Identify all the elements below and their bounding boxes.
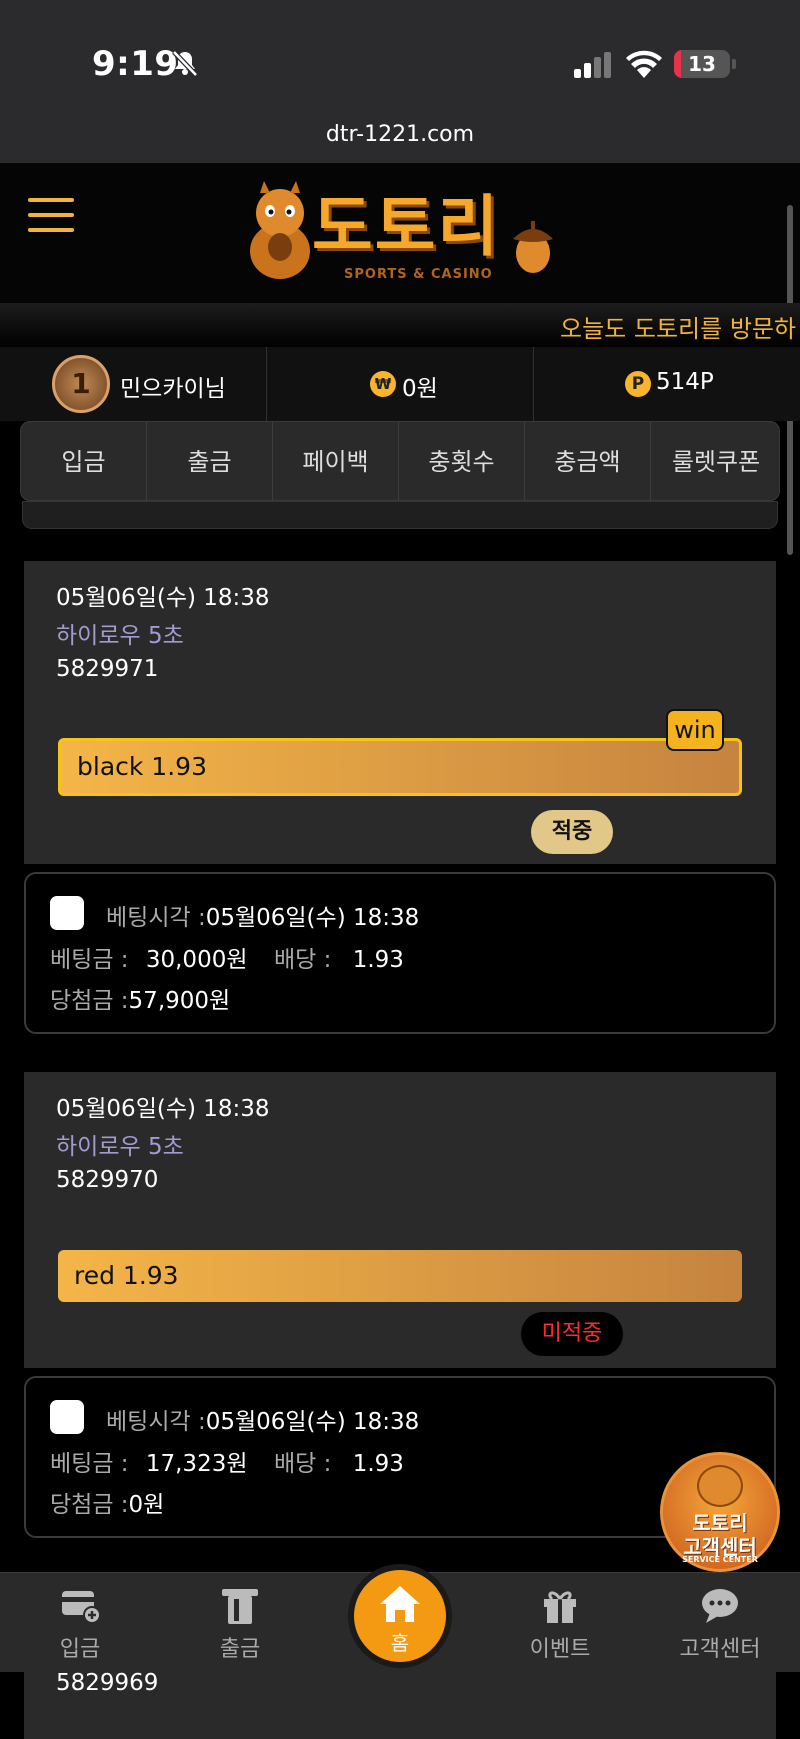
nav-deposit[interactable]: 입금 (20, 1573, 140, 1673)
payout-value: 57,900원 (128, 988, 231, 1014)
user-cell[interactable]: 1 민으카이님 (0, 347, 267, 421)
select-checkbox[interactable] (50, 896, 84, 930)
nav-home-button[interactable]: 홈 (354, 1570, 446, 1662)
payout-label: 당첨금 : (50, 988, 129, 1014)
menu-withdraw[interactable]: 출금 (147, 422, 273, 500)
menu-charge-count[interactable]: 충횟수 (399, 422, 525, 500)
bet-time: 05월06일(수) 18:38 (205, 905, 420, 931)
sub-menu-bar (22, 501, 778, 529)
money-balance: 0원 (402, 376, 438, 402)
menu-payback[interactable]: 페이백 (273, 422, 399, 500)
bet-time-label: 베팅시각 : (106, 1409, 206, 1435)
battery-cap (732, 59, 736, 69)
wallet-out-icon (222, 1589, 258, 1624)
site-header: 도토리 SPORTS & CASINO (0, 163, 800, 303)
home-icon (380, 1586, 420, 1622)
status-bar: 9:19 13 dtr-1221.com (0, 0, 800, 163)
menu-charge-amount[interactable]: 충금액 (525, 422, 651, 500)
menu-deposit[interactable]: 입금 (21, 422, 147, 500)
bet-amount: 30,000원 (145, 947, 248, 973)
nav-event[interactable]: 이벤트 (500, 1573, 620, 1673)
level-badge: 1 (52, 355, 110, 413)
bet-time-line: 베팅시각 :05월06일(수) 18:38 (106, 898, 419, 932)
signal-icon (574, 52, 611, 78)
user-info-bar: 1 민으카이님 ₩ 0원 P 514P (0, 347, 800, 421)
bet-time: 05월06일(수) 18:38 (205, 1409, 420, 1435)
customer-service-badge[interactable]: 도토리 고객센터 SERVICE CENTER (660, 1452, 780, 1572)
username: 민으카이님 (120, 376, 226, 402)
bet-date: 05월06일(수) 18:38 (56, 1096, 270, 1122)
nav-support-label: 고객센터 (679, 1637, 761, 1662)
next-bet-round-id: 5829969 (56, 1670, 159, 1696)
odds-label: 배당 : (274, 1451, 332, 1477)
bet-round-id: 5829970 (56, 1167, 159, 1193)
won-icon: ₩ (370, 371, 396, 397)
nav-home-label: 홈 (390, 1631, 410, 1655)
payout-value: 0원 (128, 1492, 165, 1518)
bet-pick: black 1.93 (58, 738, 742, 796)
bet-date: 05월06일(수) 18:38 (56, 585, 270, 611)
bell-muted-icon (172, 50, 198, 77)
acorn-icon (513, 221, 553, 273)
address-bar[interactable]: dtr-1221.com (0, 122, 800, 147)
quick-menu: 입금 출금 페이백 충횟수 충금액 룰렛쿠폰 (20, 421, 780, 501)
win-tag: win (666, 709, 724, 751)
bet-amount-line: 베팅금 : 17,323원 (50, 1444, 248, 1478)
bet-amount-label: 베팅금 : (50, 1451, 129, 1477)
gift-icon (544, 1591, 576, 1623)
nav-withdraw[interactable]: 출금 (180, 1573, 300, 1673)
battery-percent: 13 (688, 52, 716, 76)
payout-label: 당첨금 : (50, 1492, 129, 1518)
bet-game: 하이로우 5초 (56, 623, 184, 649)
bet-card: 05월06일(수) 18:38 하이로우 5초 5829970 red 1.93… (24, 1072, 776, 1368)
bet-game: 하이로우 5초 (56, 1134, 184, 1160)
notice-bar: 오늘도 도토리를 방문하 (0, 303, 800, 347)
result-badge: 미적중 (521, 1312, 623, 1356)
points-cell[interactable]: P 514P (534, 347, 800, 421)
nav-event-label: 이벤트 (529, 1637, 591, 1662)
logo-subtitle: SPORTS & CASINO (344, 267, 493, 282)
menu-icon[interactable] (28, 198, 74, 234)
bet-time-label: 베팅시각 : (106, 905, 206, 931)
clock: 9:19 (92, 44, 179, 84)
payout-line: 당첨금 :0원 (50, 1485, 164, 1519)
odds-value: 1.93 (352, 947, 404, 973)
bet-card: 05월06일(수) 18:38 하이로우 5초 5829971 black 1.… (24, 561, 776, 864)
bet-amount-line: 베팅금 : 30,000원 (50, 940, 248, 974)
odds-line: 배당 : 1.93 (274, 940, 404, 974)
card-plus-icon (62, 1591, 100, 1624)
bet-amount-label: 베팅금 : (50, 947, 129, 973)
cs-badge-line3: SERVICE CENTER (682, 1555, 758, 1564)
squirrel-mascot-icon (250, 181, 310, 279)
nav-support[interactable]: 고객센터 (660, 1573, 780, 1673)
select-checkbox[interactable] (50, 1400, 84, 1434)
nav-withdraw-label: 출금 (219, 1637, 261, 1662)
site-logo[interactable]: 도토리 SPORTS & CASINO (240, 173, 570, 285)
bet-round-id: 5829971 (56, 656, 159, 682)
bet-amount: 17,323원 (145, 1451, 248, 1477)
nav-deposit-label: 입금 (59, 1637, 101, 1662)
money-cell[interactable]: ₩ 0원 (267, 347, 534, 421)
squirrel-face-icon (697, 1465, 743, 1507)
chat-bubble-icon (702, 1589, 738, 1623)
result-badge: 적중 (531, 810, 613, 854)
notice-marquee: 오늘도 도토리를 방문하 (560, 315, 797, 343)
odds-value: 1.93 (352, 1451, 404, 1477)
menu-roulette-coupon[interactable]: 룰렛쿠폰 (651, 422, 779, 500)
bet-detail: 베팅시각 :05월06일(수) 18:38 베팅금 : 30,000원 배당 :… (24, 872, 776, 1034)
points-icon: P (625, 371, 651, 397)
logo-text: 도토리 (312, 188, 501, 265)
bet-pick: red 1.93 (58, 1250, 742, 1302)
bet-time-line: 베팅시각 :05월06일(수) 18:38 (106, 1402, 419, 1436)
payout-line: 당첨금 :57,900원 (50, 981, 230, 1015)
odds-label: 배당 : (274, 947, 332, 973)
odds-line: 배당 : 1.93 (274, 1444, 404, 1478)
battery-icon: 13 (674, 50, 730, 78)
points-balance: 514P (656, 369, 714, 395)
wifi-icon (626, 50, 662, 78)
